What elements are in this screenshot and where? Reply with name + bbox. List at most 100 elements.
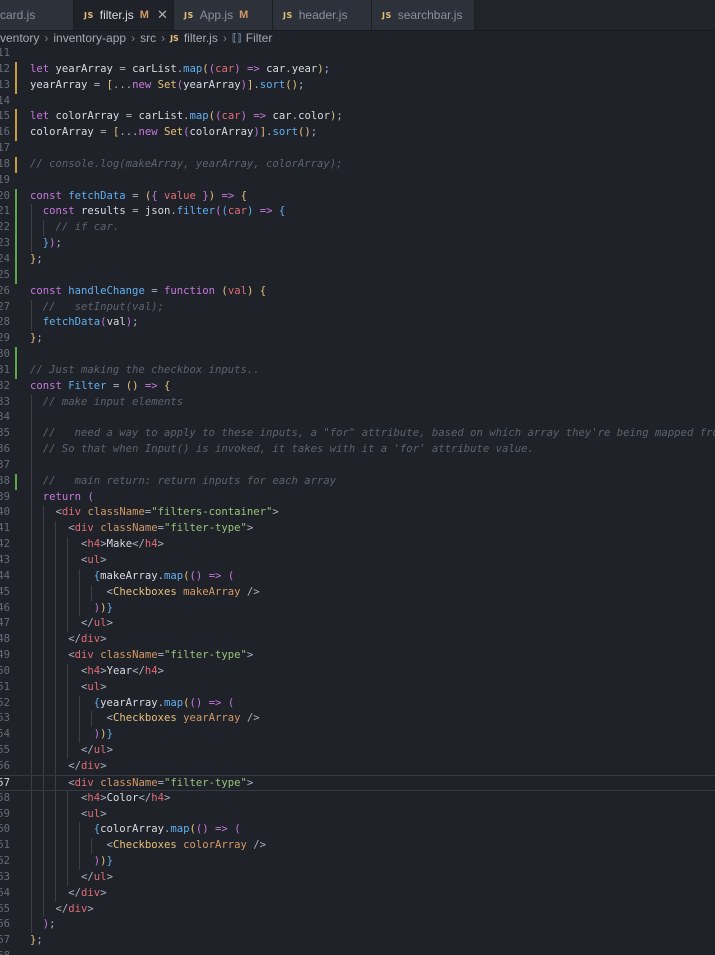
code-line[interactable]: 53 <Checkboxes yearArray /> — [0, 711, 715, 728]
code-line[interactable]: 51 <ul> — [0, 679, 715, 696]
code-line[interactable]: 19 — [0, 173, 715, 189]
code-line[interactable]: 17 — [0, 141, 715, 157]
code-text: {makeArray.map(() => ( — [93, 569, 235, 582]
tab-filter-js[interactable]: JS filter.js M ✕ — [74, 0, 174, 30]
breadcrumb-item[interactable]: src — [140, 31, 156, 45]
code-line[interactable]: 29}; — [0, 331, 715, 347]
code-line[interactable]: 37 — [0, 457, 715, 474]
close-icon[interactable]: ✕ — [157, 7, 168, 23]
code-line[interactable]: 41 <div className="filter-type"> — [0, 521, 715, 538]
code-line[interactable]: 55 </ul> — [0, 743, 715, 759]
code-text: </div> — [68, 759, 107, 772]
code-line[interactable]: 64 </div> — [0, 885, 715, 902]
code-line[interactable]: 28 fetchData(val); — [0, 315, 715, 332]
code-line[interactable]: 32 const Filter = () => { — [0, 379, 715, 395]
code-line[interactable]: 24}; — [0, 251, 715, 268]
code-line[interactable]: 56 </div> — [0, 758, 715, 775]
line-number: 32 — [0, 379, 10, 392]
code-line[interactable]: 57 <div className="filter-type"> — [0, 774, 715, 791]
code-line[interactable]: 35 // need a way to apply to these input… — [0, 426, 715, 443]
tab-header-js[interactable]: JS header.js — [273, 0, 372, 30]
code-line[interactable]: 26 const handleChange = function (val) { — [0, 284, 715, 300]
code-line[interactable]: 58 <h4>Color</h4> — [0, 790, 715, 807]
git-added-marker — [15, 267, 17, 284]
code-line[interactable]: 66 ); — [0, 917, 715, 934]
code-line[interactable]: 45 <Checkboxes makeArray /> — [0, 584, 715, 601]
code-line[interactable]: 50 <h4>Year</h4> — [0, 663, 715, 680]
modified-indicator: M — [139, 9, 149, 21]
code-editor[interactable]: 11 12 let yearArray = carList.map((car) =>… — [0, 46, 715, 955]
code-line[interactable]: 40 <div className="filters-container"> — [0, 505, 715, 522]
code-line[interactable]: 46 ))} — [0, 600, 715, 617]
code-line[interactable]: 27 // setInput(val); — [0, 299, 715, 316]
code-line[interactable]: 12 let yearArray = carList.map((car) => c… — [0, 61, 715, 78]
code-line[interactable]: 22 // if car. — [0, 220, 715, 237]
code-line[interactable]: 48 </div> — [0, 632, 715, 649]
code-line[interactable]: 54 ))} — [0, 727, 715, 744]
code-text: const handleChange = function (val) { — [30, 284, 267, 297]
code-line[interactable]: 25 — [0, 267, 715, 284]
git-added-marker — [15, 473, 17, 490]
code-line[interactable]: 47 </ul> — [0, 616, 715, 633]
git-modified-marker — [15, 156, 17, 173]
code-text: const results = json.filter((car) => { — [42, 205, 286, 218]
code-line[interactable]: 14 — [0, 94, 715, 110]
breadcrumb-item[interactable]: ventory — [0, 31, 39, 45]
code-text: // main return: return inputs for each a… — [42, 474, 337, 487]
code-text: <h4>Make</h4> — [81, 538, 165, 551]
code-line[interactable]: 43 <ul> — [0, 553, 715, 569]
code-line[interactable]: 67}; — [0, 933, 715, 949]
code-line[interactable]: 49 <div className="filter-type"> — [0, 648, 715, 664]
indent-guide — [31, 457, 32, 474]
code-text: let yearArray = carList.map((car) => car… — [30, 62, 330, 75]
line-number: 36 — [0, 443, 10, 456]
code-text: <h4>Year</h4> — [81, 664, 165, 677]
code-line[interactable]: 15 let colorArray = carList.map((car) => … — [0, 109, 715, 126]
code-text: }; — [30, 252, 43, 265]
code-line[interactable]: 65 </div> — [0, 901, 715, 918]
line-number: 42 — [0, 538, 10, 551]
code-line[interactable]: 61 <Checkboxes colorArray /> — [0, 838, 715, 855]
code-line[interactable]: 13 yearArray = [...new Set(yearArray)].so… — [0, 77, 715, 94]
code-line[interactable]: 21 const results = json.filter((car) => … — [0, 204, 715, 221]
code-line[interactable]: 20 const fetchData = ({ value }) => { — [0, 188, 715, 205]
code-text: ))} — [93, 728, 113, 741]
code-line[interactable]: 34 — [0, 410, 715, 427]
breadcrumb-item[interactable]: Filter — [246, 31, 273, 45]
tab-searchbar-js[interactable]: JS searchbar.js — [372, 0, 475, 30]
js-file-icon: JS — [184, 10, 194, 20]
code-text: </div> — [68, 886, 107, 899]
code-line[interactable]: 11 — [0, 46, 715, 62]
code-line[interactable]: 52 {yearArray.map(() => ( — [0, 695, 715, 712]
code-line[interactable]: 42 <h4>Make</h4> — [0, 537, 715, 553]
code-line[interactable]: 38 // main return: return inputs for eac… — [0, 473, 715, 490]
code-line[interactable]: 31 // Just making the checkbox inputs.. — [0, 362, 715, 379]
code-line[interactable]: 63 </ul> — [0, 869, 715, 886]
breadcrumb-item[interactable]: filter.js — [184, 31, 218, 45]
code-line[interactable]: 23 }); — [0, 236, 715, 252]
code-line[interactable]: 62 ))} — [0, 854, 715, 870]
code-line[interactable]: 30 — [0, 347, 715, 363]
line-number: 24 — [0, 252, 10, 265]
chevron-right-icon: › — [44, 31, 49, 45]
code-line[interactable]: 59 <ul> — [0, 806, 715, 823]
code-line[interactable]: 44 {makeArray.map(() => ( — [0, 568, 715, 585]
tab-app-js[interactable]: JS App.js M — [174, 0, 273, 30]
line-number: 19 — [0, 173, 10, 186]
breadcrumb-item[interactable]: inventory-app — [53, 31, 126, 45]
code-line[interactable]: 68 — [0, 949, 715, 955]
code-line[interactable]: 36 // So that when Input() is invoked, i… — [0, 442, 715, 458]
line-number: 45 — [0, 585, 10, 598]
line-number: 22 — [0, 221, 10, 234]
line-number: 26 — [0, 284, 10, 297]
tab-card-js[interactable]: card.js — [0, 0, 74, 30]
code-line[interactable]: 16 colorArray = [...new Set(colorArray)].… — [0, 125, 715, 142]
js-file-icon: JS — [170, 33, 179, 43]
line-number: 21 — [0, 205, 10, 218]
code-line[interactable]: 18 // console.log(makeArray, yearArray, c… — [0, 156, 715, 173]
line-number: 55 — [0, 744, 10, 757]
code-line[interactable]: 33 // make input elements — [0, 394, 715, 411]
code-line[interactable]: 39 return ( — [0, 489, 715, 506]
code-line[interactable]: 60 {colorArray.map(() => ( — [0, 822, 715, 839]
code-text: </ul> — [81, 744, 113, 757]
